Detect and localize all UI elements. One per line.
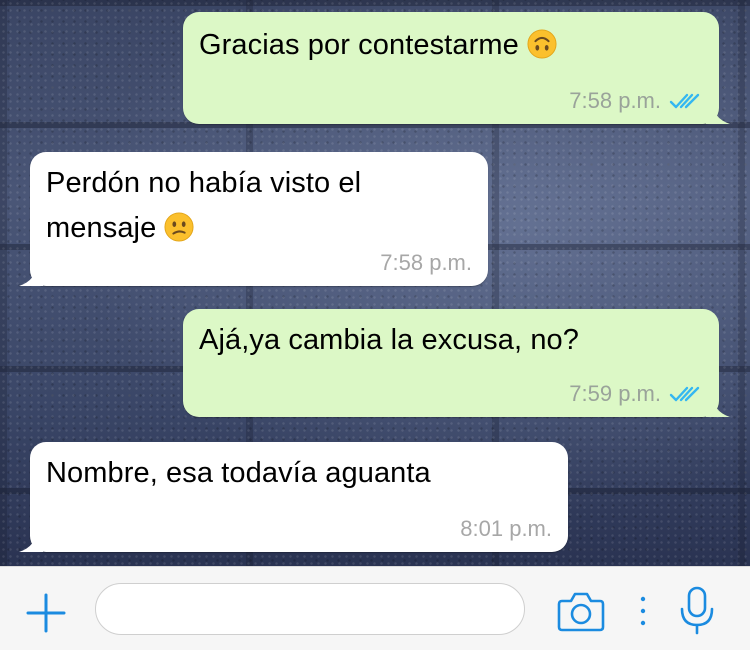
message-meta: 8:01 p.m.	[460, 516, 552, 542]
read-double-check-icon	[669, 386, 700, 402]
message-input[interactable]	[95, 583, 525, 635]
plus-icon[interactable]	[24, 591, 68, 635]
message-bubble-incoming[interactable]: Perdón no había visto el mensaje 7:58 p.…	[19, 152, 488, 286]
message-text: Nombre, esa todavía aguanta	[46, 457, 431, 489]
message-time: 7:58 p.m.	[380, 250, 472, 275]
message-text-line: mensaje	[46, 207, 194, 249]
message-bubble-outgoing[interactable]: Gracias por contestarme 7:58 p.m.	[183, 12, 730, 124]
bubble-tail	[19, 262, 43, 286]
message-time: 7:59 p.m.	[569, 381, 661, 406]
read-double-check-icon	[669, 93, 700, 109]
message-text-content: mensaje	[46, 212, 157, 244]
bubble-tail	[19, 528, 43, 552]
more-dots-icon[interactable]	[636, 591, 650, 631]
message-text: Gracias por contestarme	[199, 24, 557, 66]
message-meta: 7:58 p.m.	[380, 250, 472, 276]
confused-face-emoji	[164, 212, 194, 242]
message-bubble-incoming[interactable]: Nombre, esa todavía aguanta 8:01 p.m.	[19, 442, 568, 552]
message-time: 8:01 p.m.	[460, 516, 552, 541]
message-time: 7:58 p.m.	[569, 88, 661, 113]
message-bubble-outgoing[interactable]: Ajá,ya cambia la excusa, no? 7:59 p.m.	[183, 309, 730, 417]
microphone-icon[interactable]	[677, 585, 717, 637]
message-text-content: Gracias por contestarme	[199, 29, 519, 61]
message-text-line: Perdón no había visto el	[46, 167, 362, 199]
bubble-tail	[706, 100, 730, 124]
bubble-tail	[706, 393, 730, 417]
message-meta: 7:58 p.m.	[569, 88, 703, 114]
upside-down-face-emoji	[527, 29, 557, 59]
message-meta: 7:59 p.m.	[569, 381, 703, 407]
camera-icon[interactable]	[556, 589, 606, 633]
message-input-bar	[0, 566, 750, 650]
message-text: Ajá,ya cambia la excusa, no?	[199, 324, 580, 356]
